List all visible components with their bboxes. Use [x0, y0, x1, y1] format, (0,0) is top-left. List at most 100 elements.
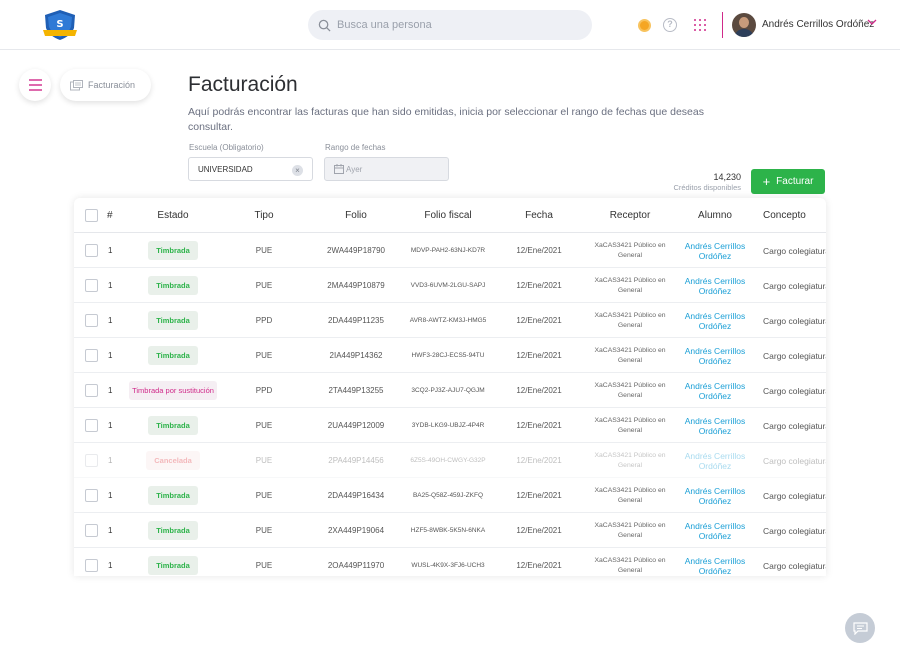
alumno-link[interactable]: Andrés Cerrillos Ordóñez [678, 233, 752, 268]
folio-cell: 2OA449P11970 [327, 561, 385, 570]
avatar[interactable] [732, 13, 756, 37]
date-range-placeholder: Ayer [346, 164, 363, 174]
row-checkbox[interactable] [85, 419, 98, 432]
alumno-link[interactable]: Andrés Cerrillos Ordóñez [678, 303, 752, 338]
chat-button[interactable] [845, 613, 875, 643]
fecha-cell: 12/Ene/2021 [516, 316, 562, 325]
alumno-link[interactable]: Andrés Cerrillos Ordóñez [678, 408, 752, 443]
school-logo-icon[interactable]: S [40, 8, 80, 42]
row-checkbox[interactable] [85, 384, 98, 397]
tipo-cell: PUE [255, 246, 273, 255]
alumno-link[interactable]: Andrés Cerrillos Ordóñez [678, 443, 752, 478]
school-select[interactable]: UNIVERSIDAD × [188, 157, 313, 181]
receptor-cell: XaCAS3421 Público en General [588, 443, 672, 478]
tipo-cell: PUE [255, 561, 273, 570]
top-bar: S ? Andrés Cerrillos Ordóñez [0, 0, 900, 50]
status-cell: Timbrada [126, 478, 220, 513]
table-row[interactable]: 1 Timbrada PPD 2DA449P11235 AVR8-AWTZ-KM3J-H… [74, 303, 826, 338]
column-header-folio-fiscal[interactable]: Folio fiscal [400, 198, 496, 233]
tipo-cell: PUE [255, 456, 273, 465]
alumno-link[interactable]: Andrés Cerrillos Ordóñez [678, 373, 752, 408]
search-input[interactable] [337, 19, 577, 31]
receptor-cell: XaCAS3421 Público en General [588, 373, 672, 408]
column-header-folio[interactable]: Folio [311, 198, 401, 233]
folio-cell: 2PA449P14456 [328, 456, 384, 465]
coins-icon[interactable] [638, 19, 651, 32]
table-row[interactable]: 1 Timbrada PUE 2WA449P18790 MDVP-PAH2-63NJ-K… [74, 233, 826, 268]
apps-grid-icon[interactable] [694, 19, 706, 31]
user-name[interactable]: Andrés Cerrillos Ordóñez [762, 19, 874, 30]
alumno-line-1: Andrés Cerrillos [684, 415, 746, 426]
alumno-link[interactable]: Andrés Cerrillos Ordóñez [678, 338, 752, 373]
row-checkbox[interactable] [85, 559, 98, 572]
date-range-field[interactable]: Ayer [324, 157, 449, 181]
alumno-link[interactable]: Andrés Cerrillos Ordóñez [678, 268, 752, 303]
receptor-line-1: XaCAS3421 Público en [594, 416, 666, 424]
column-header-alumno[interactable]: Alumno [678, 198, 752, 233]
fecha-cell: 12/Ene/2021 [516, 246, 562, 255]
row-number: 1 [108, 456, 113, 465]
tipo-cell: PPD [255, 316, 273, 325]
receptor-line-2: General [617, 251, 643, 259]
column-header-receptor[interactable]: Receptor [588, 198, 672, 233]
search-bar[interactable] [308, 10, 592, 40]
column-header-fecha[interactable]: Fecha [506, 198, 572, 233]
row-checkbox[interactable] [85, 454, 98, 467]
row-number: 1 [108, 421, 113, 430]
menu-button[interactable] [19, 69, 51, 101]
receptor-line-1: XaCAS3421 Público en [594, 451, 666, 459]
header-divider [722, 12, 723, 38]
status-badge: Cancelada [146, 451, 200, 470]
folio-fiscal-cell: AVR8-AWTZ-KM3J-HMG5 [409, 317, 487, 324]
column-header-concepto[interactable]: Concepto [763, 198, 826, 233]
row-checkbox[interactable] [85, 314, 98, 327]
row-checkbox[interactable] [85, 349, 98, 362]
folio-fiscal-cell: BA25-Q58Z-459J-ZKFQ [412, 492, 484, 499]
table-row[interactable]: 1 Timbrada PUE 2XA449P19064 HZF5-8WBK-5K5N-6… [74, 513, 826, 548]
table-row[interactable]: 1 Timbrada PUE 2MA449P10879 VVD3-6UVM-2LGU-S… [74, 268, 826, 303]
folio-cell: 2TA449P13255 [328, 386, 384, 395]
folio-cell: 2DA449P16434 [327, 491, 385, 500]
folio-cell: 2WA449P18790 [327, 246, 385, 255]
fecha-cell: 12/Ene/2021 [516, 491, 562, 500]
table-row[interactable]: 1 Timbrada PUE 2UA449P12009 3YDB-LKG9-UBJZ-4… [74, 408, 826, 443]
status-cell: Timbrada [126, 513, 220, 548]
table-row[interactable]: 1 Timbrada PUE 2DA449P16434 BA25-Q58Z-459J-Z… [74, 478, 826, 513]
clear-icon[interactable]: × [292, 165, 303, 176]
alumno-link[interactable]: Andrés Cerrillos Ordóñez [678, 478, 752, 513]
page-description: Aquí podrás encontrar las facturas que h… [188, 106, 704, 133]
row-checkbox[interactable] [85, 524, 98, 537]
hamburger-menu-icon [28, 79, 42, 91]
select-all-checkbox[interactable] [85, 209, 98, 222]
row-checkbox[interactable] [85, 244, 98, 257]
row-number: 1 [108, 351, 113, 360]
column-header-tipo[interactable]: Tipo [244, 198, 284, 233]
table-row[interactable]: 1 Timbrada por sustitución PPD 2TA449P13255… [74, 373, 826, 408]
status-badge: Timbrada [148, 241, 198, 260]
breadcrumb[interactable]: Facturación [60, 69, 151, 101]
receptor-cell: XaCAS3421 Público en General [588, 513, 672, 548]
table-row[interactable]: 1 Timbrada PUE 2IA449P14362 HWF3-28CJ-ECS5-9… [74, 338, 826, 373]
invoice-icon [70, 79, 83, 90]
invoice-button[interactable]: + Facturar [751, 169, 825, 194]
status-badge: Timbrada [148, 311, 198, 330]
receptor-line-2: General [617, 531, 643, 539]
row-number: 1 [108, 561, 113, 570]
help-icon[interactable]: ? [663, 18, 677, 32]
row-number: 1 [108, 281, 113, 290]
fecha-cell: 12/Ene/2021 [516, 351, 562, 360]
table-row[interactable]: 1 Cancelada PUE 2PA449P14456 6Z5S-49OH-CWGY-… [74, 443, 826, 478]
search-icon [318, 19, 331, 32]
column-header-number: # [107, 210, 113, 221]
row-checkbox[interactable] [85, 489, 98, 502]
alumno-link[interactable]: Andrés Cerrillos Ordóñez [678, 513, 752, 548]
folio-fiscal-cell: 3CQ2-PJ3Z-AJU7-QGJM [411, 387, 485, 394]
row-checkbox[interactable] [85, 279, 98, 292]
column-header-estado[interactable]: Estado [126, 198, 220, 233]
alumno-link[interactable]: Andrés Cerrillos Ordóñez [678, 548, 752, 576]
concepto-cell: Cargo colegiatura [763, 280, 826, 291]
chevron-down-icon[interactable] [867, 17, 877, 27]
table-row[interactable]: 1 Timbrada PUE 2OA449P11970 WUSL-4K9X-3FJ6-U… [74, 548, 826, 576]
concepto-cell: Cargo colegiatura [763, 420, 826, 431]
credits-label: Créditos disponibles [673, 183, 741, 192]
